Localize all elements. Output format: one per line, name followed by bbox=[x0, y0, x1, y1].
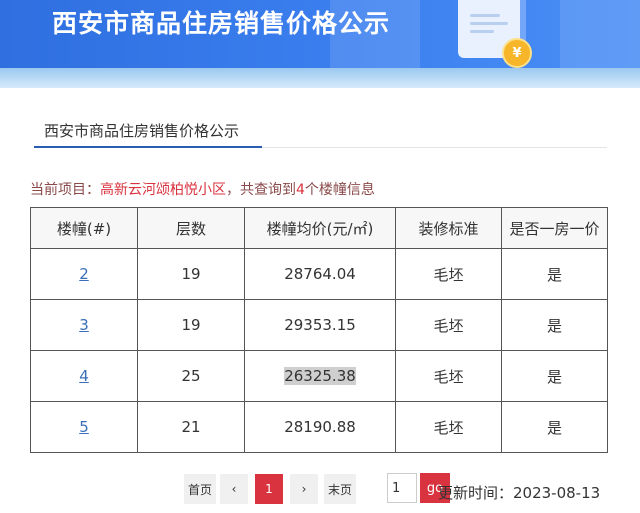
project-suffix: 个楼幢信息 bbox=[304, 182, 375, 198]
floors-cell: 25 bbox=[137, 350, 245, 402]
building-cell: 5 bbox=[30, 401, 138, 453]
avg-price-cell: 28764.04 bbox=[244, 248, 396, 300]
one-price-cell: 是 bbox=[501, 299, 608, 351]
column-header-floors: 层数 bbox=[137, 207, 245, 249]
page-banner: 西安市商品住房销售价格公示 ¥ bbox=[0, 0, 640, 88]
yuan-coin-icon: ¥ bbox=[502, 38, 532, 68]
column-header-building: 楼幢(#) bbox=[30, 207, 138, 249]
column-header-decoration: 装修标准 bbox=[395, 207, 502, 249]
avg-price-cell: 26325.38 bbox=[244, 350, 396, 402]
floors-cell: 19 bbox=[137, 248, 245, 300]
table-header-row: 楼幢(#) 层数 楼幢均价(元/㎡) 装修标准 是否一房一价 bbox=[30, 207, 608, 249]
tab-price-publicity[interactable]: 西安市商品住房销售价格公示 bbox=[44, 120, 239, 141]
decoration-cell: 毛坯 bbox=[395, 401, 502, 453]
building-cell: 3 bbox=[30, 299, 138, 351]
building-link[interactable]: 2 bbox=[79, 265, 89, 283]
tab-active-indicator bbox=[34, 146, 262, 148]
prev-page-button[interactable]: ‹ bbox=[220, 474, 248, 504]
floors-cell: 19 bbox=[137, 299, 245, 351]
one-price-cell: 是 bbox=[501, 401, 608, 453]
floors-cell: 21 bbox=[137, 401, 245, 453]
last-page-button[interactable]: 末页 bbox=[324, 474, 356, 504]
first-page-button[interactable]: 首页 bbox=[184, 474, 216, 504]
building-cell: 4 bbox=[30, 350, 138, 402]
column-header-avg-price: 楼幢均价(元/㎡) bbox=[244, 207, 396, 249]
table-row: 3 19 29353.15 毛坯 是 bbox=[30, 299, 608, 351]
decoration-cell: 毛坯 bbox=[395, 299, 502, 351]
building-price-table: 楼幢(#) 层数 楼幢均价(元/㎡) 装修标准 是否一房一价 2 19 2876… bbox=[30, 207, 608, 453]
table-row: 2 19 28764.04 毛坯 是 bbox=[30, 248, 608, 300]
column-header-one-price: 是否一房一价 bbox=[501, 207, 608, 249]
next-page-button[interactable]: › bbox=[290, 474, 318, 504]
building-count: 4 bbox=[296, 182, 305, 198]
selected-text: 26325.38 bbox=[284, 367, 356, 385]
banner-bottom-strip bbox=[0, 68, 640, 88]
banner-decoration bbox=[560, 0, 640, 68]
avg-price-cell: 29353.15 bbox=[244, 299, 396, 351]
building-link[interactable]: 4 bbox=[79, 367, 89, 385]
project-middle: ，共查询到 bbox=[226, 182, 296, 198]
banner-title: 西安市商品住房销售价格公示 bbox=[52, 9, 391, 38]
one-price-cell: 是 bbox=[501, 248, 608, 300]
page-1-button[interactable]: 1 bbox=[255, 474, 283, 504]
building-cell: 2 bbox=[30, 248, 138, 300]
avg-price-cell: 28190.88 bbox=[244, 401, 396, 453]
building-link[interactable]: 5 bbox=[79, 418, 89, 436]
building-link[interactable]: 3 bbox=[79, 316, 89, 334]
table-row: 4 25 26325.38 毛坯 是 bbox=[30, 350, 608, 402]
project-prefix: 当前项目： bbox=[30, 182, 100, 198]
project-name: 高新云河颂柏悦小区 bbox=[100, 182, 226, 198]
decoration-cell: 毛坯 bbox=[395, 248, 502, 300]
decoration-cell: 毛坯 bbox=[395, 350, 502, 402]
one-price-cell: 是 bbox=[501, 350, 608, 402]
project-info: 当前项目：高新云河颂柏悦小区，共查询到4个楼幢信息 bbox=[30, 179, 375, 199]
tab-divider bbox=[262, 147, 607, 148]
update-time: 更新时间：2023-08-13 bbox=[438, 484, 601, 502]
table-row: 5 21 28190.88 毛坯 是 bbox=[30, 401, 608, 453]
page-number-input[interactable] bbox=[387, 473, 417, 503]
